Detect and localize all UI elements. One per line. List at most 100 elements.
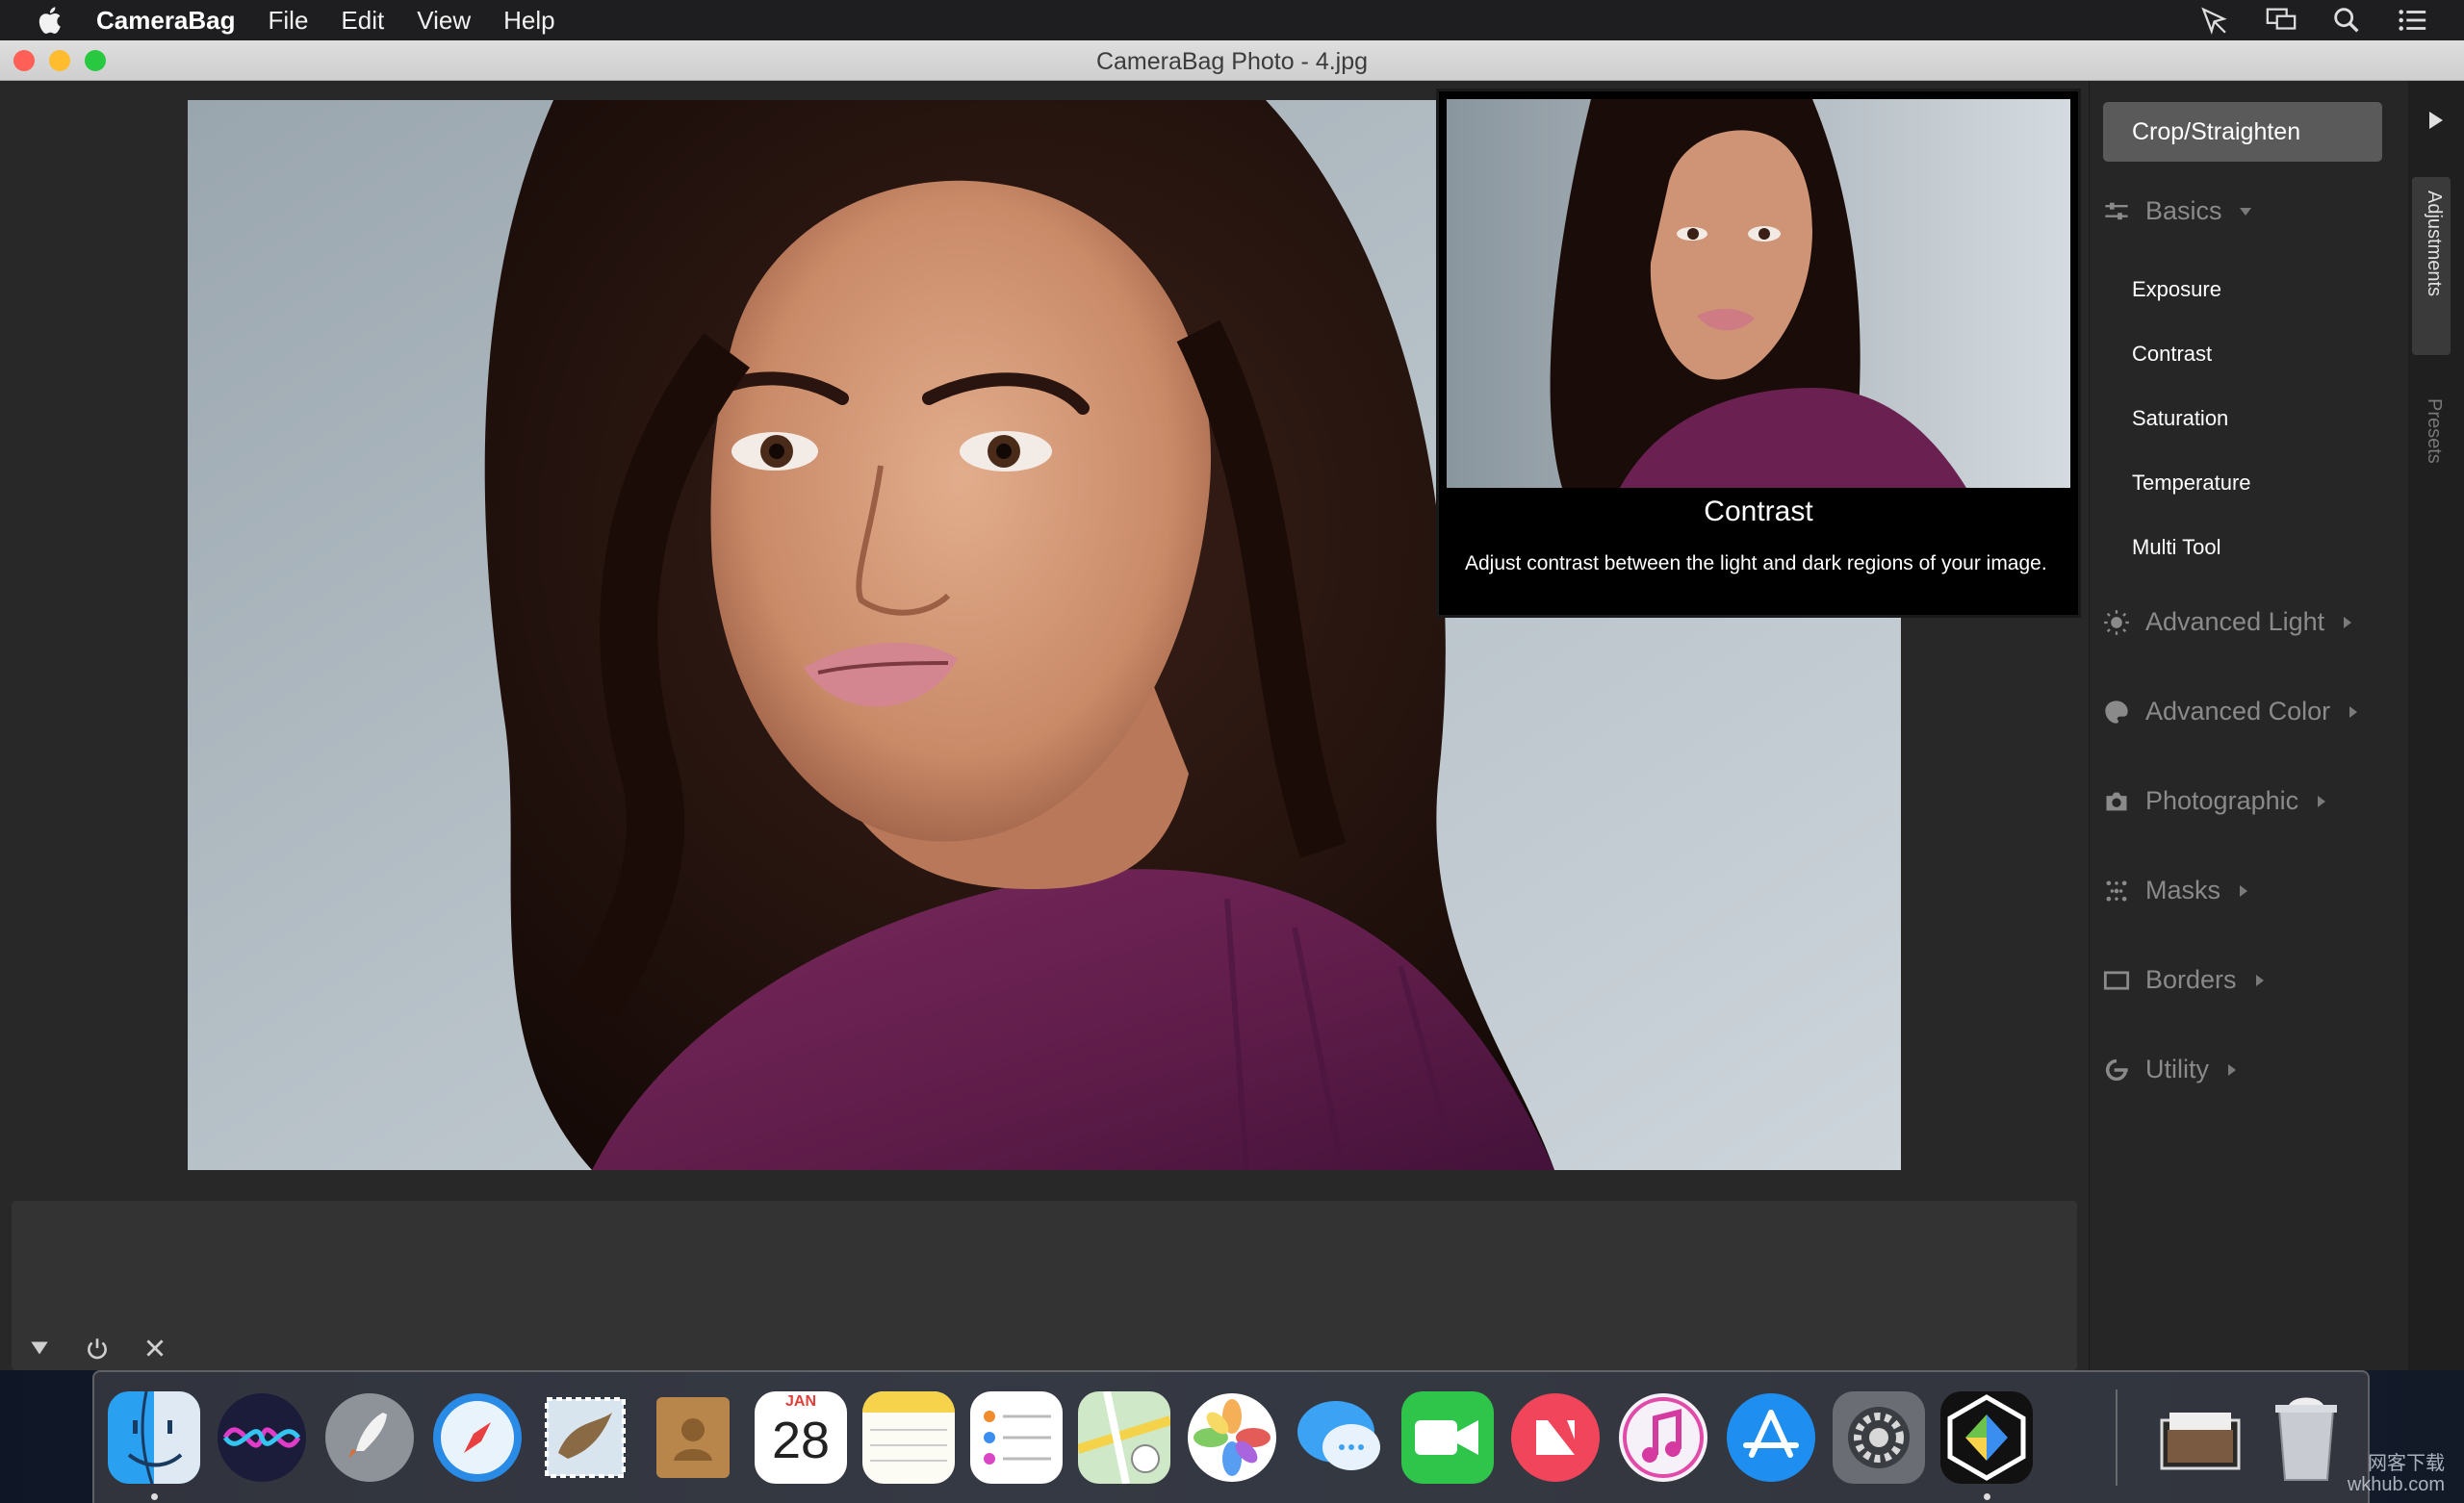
mail-stamp-icon	[545, 1397, 626, 1478]
dock-maps[interactable]	[1078, 1391, 1170, 1484]
section-basics-label: Basics	[2145, 196, 2222, 225]
section-masks[interactable]: Masks	[2103, 876, 2251, 905]
safari-compass-icon	[433, 1393, 522, 1482]
section-advanced-light[interactable]: Advanced Light	[2103, 607, 2355, 637]
border-frame-icon	[2103, 970, 2130, 990]
contrast-tooltip: Contrast Adjust contrast between the lig…	[1436, 89, 2081, 618]
dock-trash[interactable]	[2260, 1391, 2352, 1484]
dock-news[interactable]	[1509, 1391, 1602, 1484]
menu-view[interactable]: View	[417, 6, 471, 36]
notification-center-icon[interactable]	[2395, 4, 2429, 37]
dock-facetime[interactable]	[1401, 1391, 1494, 1484]
caret-right-icon	[2228, 1063, 2236, 1076]
messages-bubble-icon	[1297, 1401, 1380, 1470]
dock-separator	[2116, 1389, 2118, 1486]
tooltip-title: Contrast	[1704, 496, 1813, 527]
tab-adjustments[interactable]: Adjustments	[2412, 177, 2451, 355]
section-advanced-light-label: Advanced Light	[2145, 607, 2325, 636]
adjust-multi-tool[interactable]: Multi Tool	[2132, 535, 2221, 560]
section-borders-label: Borders	[2145, 965, 2237, 994]
watermark-line-2: wkhub.com	[2347, 1474, 2445, 1495]
collapse-panel-arrow-icon[interactable]	[2427, 110, 2445, 131]
menu-edit[interactable]: Edit	[341, 6, 384, 36]
app-name-menu[interactable]: CameraBag	[96, 6, 236, 36]
downloads-stack-icon	[2160, 1413, 2241, 1470]
dock-mail[interactable]	[539, 1391, 631, 1484]
filmstrip-panel	[12, 1201, 2077, 1370]
calendar-month: JAN	[784, 1393, 816, 1410]
dock-notes[interactable]	[862, 1391, 955, 1484]
apple-menu-icon[interactable]	[35, 4, 67, 37]
menu-bar: CameraBag File Edit View Help	[0, 0, 2464, 40]
reminders-list-icon	[970, 1391, 1063, 1484]
main-window: Contrast Adjust contrast between the lig…	[0, 81, 2464, 1370]
status-area	[2198, 4, 2429, 37]
caret-right-icon	[2255, 974, 2264, 986]
section-utility[interactable]: Utility	[2103, 1055, 2240, 1084]
section-advanced-color[interactable]: Advanced Color	[2103, 697, 2361, 726]
window-title-bar[interactable]: CameraBag Photo - 4.jpg	[0, 40, 2464, 81]
dock-messages[interactable]	[1294, 1391, 1386, 1484]
adjust-exposure[interactable]: Exposure	[2132, 277, 2221, 302]
dock-system-preferences[interactable]	[1833, 1391, 1925, 1484]
section-borders[interactable]: Borders	[2103, 965, 2268, 995]
adjust-temperature[interactable]: Temperature	[2132, 471, 2251, 496]
section-photographic[interactable]: Photographic	[2103, 786, 2329, 816]
dock-app-store[interactable]	[1725, 1391, 1817, 1484]
dock-safari[interactable]	[431, 1391, 524, 1484]
spotlight-search-icon[interactable]	[2329, 4, 2364, 37]
tooltip-preview-image	[1447, 99, 2070, 488]
dock-siri[interactable]	[216, 1391, 308, 1484]
close-icon[interactable]	[142, 1336, 167, 1361]
dock-camerabag[interactable]	[1940, 1391, 2033, 1484]
filmstrip-controls	[27, 1336, 167, 1361]
system-preferences-gear-icon	[1833, 1391, 1925, 1484]
collapse-icon[interactable]	[27, 1336, 52, 1361]
dock-itunes[interactable]	[1617, 1391, 1709, 1484]
adjust-saturation[interactable]: Saturation	[2132, 406, 2228, 431]
launchpad-rocket-icon	[325, 1393, 414, 1482]
dock-contacts[interactable]	[647, 1391, 739, 1484]
section-utility-label: Utility	[2145, 1055, 2209, 1083]
utility-icon	[2105, 1058, 2128, 1081]
menu-file[interactable]: File	[269, 6, 309, 36]
section-masks-label: Masks	[2145, 876, 2221, 904]
app-store-icon	[1727, 1393, 1815, 1482]
dock-launchpad[interactable]	[323, 1391, 416, 1484]
mask-dots-icon	[2106, 880, 2127, 901]
airdrop-icon[interactable]	[2198, 4, 2233, 37]
dock-reminders[interactable]	[970, 1391, 1063, 1484]
news-icon	[1511, 1393, 1600, 1482]
tooltip-description: Adjust contrast between the light and da…	[1465, 552, 2047, 574]
section-basics[interactable]: Basics	[2103, 196, 2253, 226]
itunes-music-note-icon	[1619, 1393, 1707, 1482]
watermark-line-1: 网客下载	[2368, 1453, 2445, 1474]
photos-flower-icon	[1188, 1393, 1276, 1482]
dock-calendar[interactable]: JAN 28	[755, 1391, 847, 1484]
adjustments-panel: Crop/Straighten Basics Exposure Contrast…	[2089, 81, 2408, 1370]
sun-icon	[2104, 609, 2129, 635]
calendar-icon: JAN 28	[755, 1391, 847, 1484]
running-indicator-camerabag	[1984, 1493, 1990, 1500]
running-indicator-finder	[151, 1493, 158, 1500]
power-icon[interactable]	[85, 1336, 110, 1361]
camerabag-app-icon	[1940, 1391, 2033, 1484]
dock-photos[interactable]	[1186, 1391, 1278, 1484]
crop-straighten-button[interactable]: Crop/Straighten	[2103, 102, 2382, 162]
adjust-contrast[interactable]: Contrast	[2132, 342, 2212, 367]
dock-downloads-stack[interactable]	[2154, 1391, 2246, 1484]
watermark: 网客下载 wkhub.com	[2348, 1453, 2445, 1495]
notes-icon	[862, 1391, 955, 1484]
section-photographic-label: Photographic	[2145, 786, 2299, 815]
tab-presets[interactable]: Presets	[2412, 398, 2451, 523]
dock-finder[interactable]	[108, 1391, 200, 1484]
display-mirror-icon[interactable]	[2264, 4, 2298, 37]
caret-down-icon	[2239, 207, 2251, 216]
camera-icon	[2106, 792, 2127, 810]
sliders-icon	[2105, 202, 2128, 219]
menu-help[interactable]: Help	[503, 6, 554, 36]
window-title: CameraBag Photo - 4.jpg	[1095, 48, 1369, 75]
color-palette-icon	[2105, 700, 2128, 724]
maps-icon	[1078, 1391, 1170, 1484]
tab-presets-label: Presets	[2424, 398, 2445, 464]
